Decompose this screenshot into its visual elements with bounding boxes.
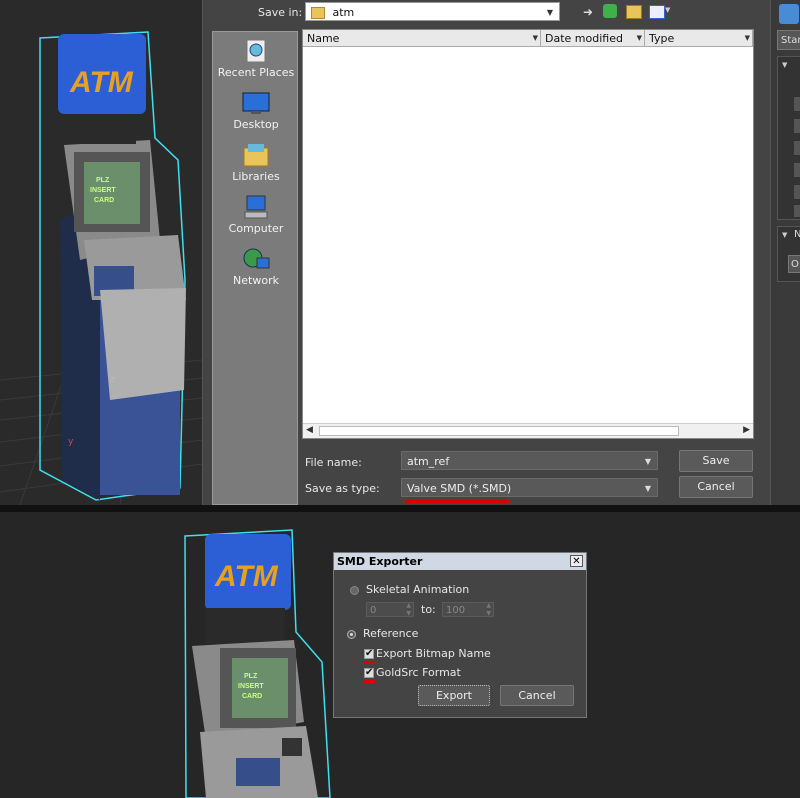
place-desktop[interactable]: Desktop <box>213 90 299 131</box>
save-in-label: Save in: <box>258 6 303 19</box>
cancel-button[interactable]: Cancel <box>679 476 753 498</box>
new-folder-icon[interactable] <box>626 5 642 19</box>
chevron-down-icon: ▼ <box>644 484 651 493</box>
save-in-value: atm <box>332 6 355 19</box>
save-as-type-select[interactable]: Valve SMD (*.SMD) ▼ <box>401 478 658 497</box>
place-libraries[interactable]: Libraries <box>213 142 299 183</box>
places-bar: Recent Places Desktop Libraries Computer… <box>212 31 298 505</box>
frame-end-spinner[interactable]: 100 ▲ ▼ <box>442 602 494 617</box>
goldsrc-format-label: GoldSrc Format <box>376 666 461 679</box>
chevron-down-icon: ▼ <box>644 457 651 466</box>
place-recent-places[interactable]: Recent Places <box>213 38 299 79</box>
close-icon[interactable]: ✕ <box>570 555 583 567</box>
file-name-label: File name: <box>305 456 362 469</box>
to-label: to: <box>421 603 436 616</box>
view-menu-icon[interactable] <box>649 5 665 19</box>
svg-text:PLZ: PLZ <box>244 673 258 680</box>
panel-option-button[interactable]: O <box>788 255 800 273</box>
folder-icon <box>311 7 325 19</box>
export-button[interactable]: Export <box>418 685 490 706</box>
column-header-date-modified[interactable]: Date modified ▼ <box>541 30 645 47</box>
libraries-icon <box>243 144 269 167</box>
highlight-mark <box>364 661 376 664</box>
column-header-type[interactable]: Type ▼ <box>645 30 753 47</box>
spinner-arrows-icon[interactable]: ▲ ▼ <box>406 602 411 618</box>
place-network[interactable]: Network <box>213 246 299 287</box>
file-list[interactable]: Name ▼ Date modified ▼ Type ▼ ◀ ▶ <box>302 29 754 439</box>
export-bitmap-label: Export Bitmap Name <box>376 647 491 660</box>
back-arrow-icon[interactable]: ➜ <box>583 5 593 19</box>
save-as-type-label: Save as type: <box>305 482 380 495</box>
horizontal-scrollbar[interactable]: ◀ ▶ <box>303 423 753 438</box>
svg-text:y: y <box>68 437 74 447</box>
panel-dropdown[interactable]: Star <box>777 30 800 50</box>
svg-text:CARD: CARD <box>242 693 262 700</box>
atm-sign-text: ATM <box>69 66 134 99</box>
panel-rollout-2: ▼ N O <box>777 226 800 282</box>
chevron-down-icon: ▼ <box>546 8 553 17</box>
viewport-divider <box>0 505 800 512</box>
recent-places-icon <box>246 39 266 63</box>
save-in-combo[interactable]: atm ▼ <box>305 2 560 21</box>
scroll-left-icon[interactable]: ◀ <box>306 425 313 435</box>
save-as-dialog: Save in: atm ▼ ➜ ▼ Recent Places Desktop… <box>202 0 771 505</box>
panel-tab-icon[interactable] <box>779 4 799 24</box>
smd-exporter-dialog: SMD Exporter ✕ Skeletal Animation 0 ▲ ▼ t… <box>333 552 587 718</box>
frame-start-spinner[interactable]: 0 ▲ ▼ <box>366 602 414 617</box>
scroll-thumb[interactable] <box>319 426 679 436</box>
computer-icon <box>244 195 268 219</box>
place-computer[interactable]: Computer <box>213 194 299 235</box>
svg-text:INSERT: INSERT <box>238 683 264 690</box>
highlight-mark <box>405 500 510 503</box>
export-bitmap-checkbox[interactable]: ✔ <box>364 649 374 659</box>
atm-sign-text: ATM <box>214 560 279 593</box>
panel-rollout-1: ▼ <box>777 56 800 220</box>
goldsrc-format-checkbox[interactable]: ✔ <box>364 668 374 678</box>
up-folder-icon[interactable] <box>603 4 617 18</box>
scroll-right-icon[interactable]: ▶ <box>743 425 750 435</box>
svg-text:INSERT: INSERT <box>90 187 116 194</box>
svg-text:CARD: CARD <box>94 197 114 204</box>
reference-radio[interactable] <box>347 630 356 639</box>
skeletal-animation-radio[interactable] <box>350 586 359 595</box>
svg-text:z: z <box>110 375 115 385</box>
skeletal-animation-label: Skeletal Animation <box>366 583 470 596</box>
spinner-arrows-icon[interactable]: ▲ ▼ <box>486 602 491 618</box>
network-icon <box>243 248 270 269</box>
reference-label: Reference <box>363 627 419 640</box>
highlight-mark <box>364 680 376 683</box>
viewport-top[interactable]: ATM PLZ INSERT CARD y z <box>0 0 202 505</box>
column-header-name[interactable]: Name ▼ <box>303 30 541 47</box>
dialog-title: SMD Exporter <box>334 553 586 570</box>
atm-model-top: ATM PLZ INSERT CARD y z <box>0 31 202 505</box>
desktop-icon <box>242 92 270 114</box>
cancel-button[interactable]: Cancel <box>500 685 574 706</box>
save-button[interactable]: Save <box>679 450 753 472</box>
file-name-input[interactable]: atm_ref ▼ <box>401 451 658 470</box>
svg-text:PLZ: PLZ <box>96 177 110 184</box>
command-panel: Star ▼ ▼ N O <box>770 0 800 505</box>
view-chevron-icon[interactable]: ▼ <box>665 6 670 14</box>
